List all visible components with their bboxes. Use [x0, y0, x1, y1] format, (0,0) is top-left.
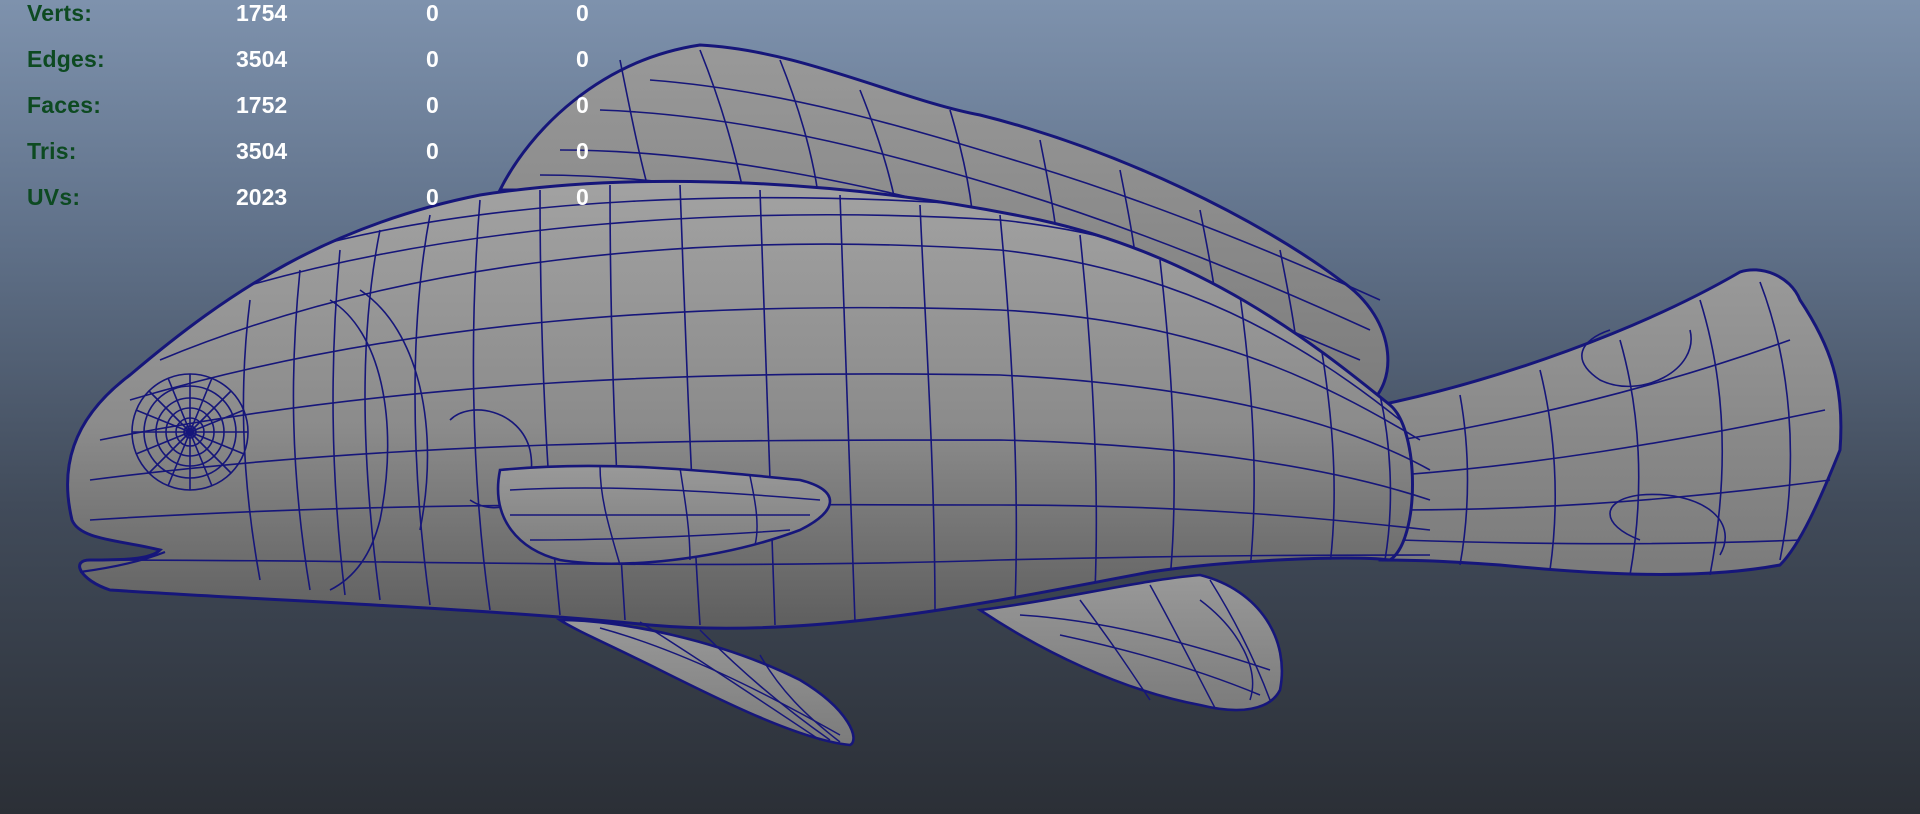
uvs-selected-count: 0 [426, 184, 439, 210]
fish-eye [131, 373, 249, 491]
heads-up-display: Verts: 1754 0 0 Edges: 3504 0 0 Faces: 1… [0, 0, 640, 220]
tris-selected-count: 0 [426, 138, 439, 164]
verts-uv-count: 0 [576, 0, 589, 26]
poly-count-tris-row: Tris: 3504 0 0 [0, 138, 640, 168]
uvs-object-count: 2023 [236, 184, 288, 210]
tris-uv-count: 0 [576, 138, 589, 164]
edges-object-count: 3504 [236, 46, 288, 72]
uvs-uv-count: 0 [576, 184, 589, 210]
pelvic-fin [555, 618, 855, 747]
faces-object-count: 1752 [236, 92, 288, 118]
verts-label: Verts: [27, 0, 93, 26]
edges-selected-count: 0 [426, 46, 439, 72]
tail-fin [1378, 268, 1843, 576]
faces-selected-count: 0 [426, 92, 439, 118]
poly-count-faces-row: Faces: 1752 0 0 [0, 92, 640, 122]
tris-object-count: 3504 [236, 138, 288, 164]
poly-count-uvs-row: UVs: 2023 0 0 [0, 184, 640, 214]
verts-selected-count: 0 [426, 0, 439, 26]
tris-label: Tris: [27, 138, 77, 164]
uvs-label: UVs: [27, 184, 81, 210]
verts-object-count: 1754 [236, 0, 288, 26]
poly-count-edges-row: Edges: 3504 0 0 [0, 46, 640, 76]
edges-uv-count: 0 [576, 46, 589, 72]
faces-label: Faces: [27, 92, 102, 118]
faces-uv-count: 0 [576, 92, 589, 118]
edges-label: Edges: [27, 46, 105, 72]
viewport-panel[interactable]: Verts: 1754 0 0 Edges: 3504 0 0 Faces: 1… [0, 0, 1920, 814]
poly-count-verts-row: Verts: 1754 0 0 [0, 0, 640, 30]
